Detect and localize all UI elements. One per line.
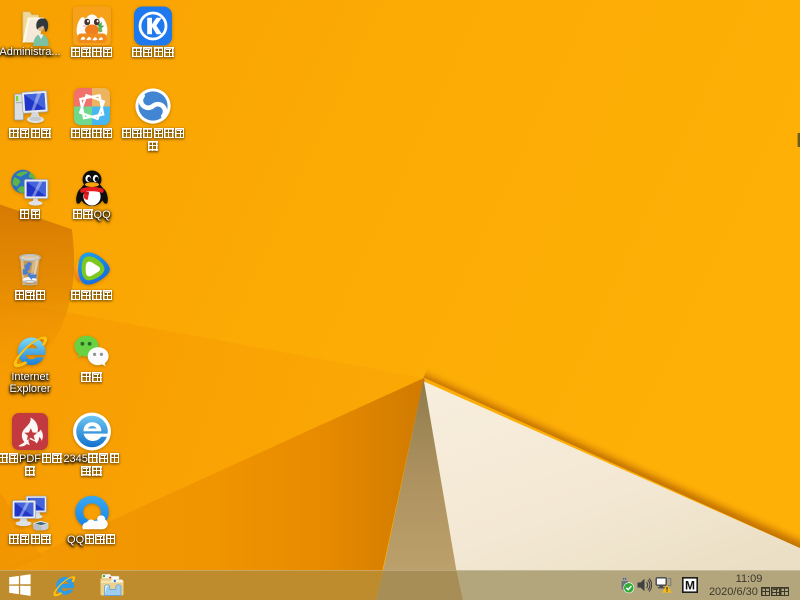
svg-text:M: M — [685, 578, 695, 592]
